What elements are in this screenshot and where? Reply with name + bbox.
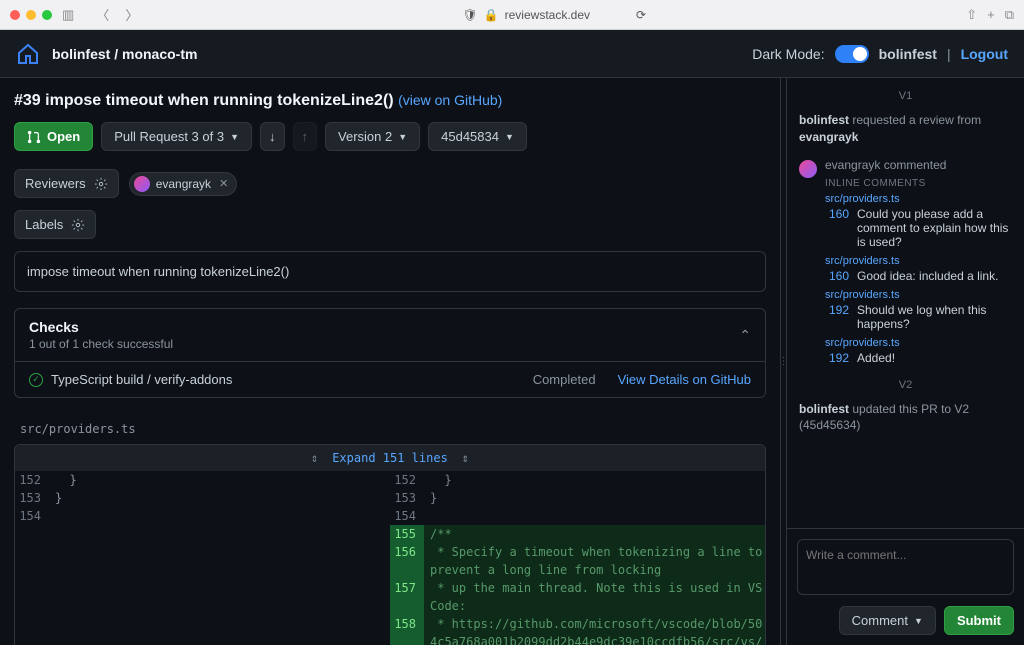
inline-comment-row[interactable]: 192Added!: [825, 351, 1012, 365]
version-marker-v2: V2: [799, 379, 1012, 391]
avatar: [799, 160, 817, 178]
diff-line[interactable]: 154: [390, 507, 765, 525]
chevron-down-icon: ▼: [505, 132, 514, 142]
shield-icon: 🛡: [462, 8, 477, 22]
pr-prev-button[interactable]: ↑: [293, 122, 318, 151]
diff-line[interactable]: 155/**: [390, 525, 765, 543]
gear-icon: [71, 218, 85, 232]
diff-line[interactable]: 157 * up the main thread. Note this is u…: [390, 579, 765, 615]
checks-header[interactable]: Checks 1 out of 1 check successful ⌃: [15, 309, 765, 361]
window-minimize-icon[interactable]: [26, 10, 36, 20]
dark-mode-toggle[interactable]: [835, 45, 869, 63]
share-icon[interactable]: ⇧: [966, 7, 977, 23]
browser-chrome: ▥ 〈 〉 🛡 🔒 reviewstack.dev ⟳ ⇧ + ⧉: [0, 0, 1024, 30]
labels-button[interactable]: Labels: [14, 210, 96, 239]
view-on-github-link[interactable]: (view on GitHub): [398, 92, 502, 108]
nav-back-icon[interactable]: 〈: [92, 5, 113, 24]
submit-button[interactable]: Submit: [944, 606, 1014, 635]
new-tab-icon[interactable]: +: [987, 7, 995, 23]
topbar: bolinfest / monaco-tm Dark Mode: bolinfe…: [0, 30, 1024, 78]
inline-comment-row[interactable]: 160Good idea: included a link.: [825, 269, 1012, 283]
expand-up-icon[interactable]: ⇕: [311, 451, 318, 465]
url-text: reviewstack.dev: [505, 8, 590, 22]
diff-line[interactable]: 152 }: [390, 471, 765, 489]
comment-textarea[interactable]: [797, 539, 1014, 595]
check-success-icon: ✓: [29, 373, 43, 387]
comment-composer: Comment ▼ Submit: [787, 528, 1024, 645]
pr-description: impose timeout when running tokenizeLine…: [14, 251, 766, 292]
timeline-pane: V1 bolinfest requested a review from eva…: [786, 78, 1024, 645]
inline-comment-row[interactable]: 160Could you please add a comment to exp…: [825, 207, 1012, 249]
pr-status-button[interactable]: Open: [14, 122, 93, 151]
address-bar[interactable]: 🛡 🔒 reviewstack.dev ⟳: [148, 8, 960, 22]
diff-line[interactable]: 154: [15, 507, 390, 525]
check-status: Completed: [533, 372, 596, 387]
gear-icon: [94, 177, 108, 191]
commit-selector[interactable]: 45d45834 ▼: [428, 122, 527, 151]
inline-comments-label: INLINE COMMENTS: [825, 178, 1012, 189]
dark-mode-label: Dark Mode:: [752, 46, 824, 62]
comment-block: evangrayk commented INLINE COMMENTS src/…: [799, 158, 1012, 371]
chevron-down-icon: ▼: [914, 616, 923, 626]
version-selector[interactable]: Version 2 ▼: [325, 122, 420, 151]
inline-comment-row[interactable]: 192Should we log when this happens?: [825, 303, 1012, 331]
diff-line[interactable]: 156 * Specify a timeout when tokenizing …: [390, 543, 765, 579]
file-path: src/providers.ts: [14, 410, 766, 444]
remove-reviewer-icon[interactable]: ✕: [219, 177, 228, 190]
home-icon[interactable]: [16, 42, 40, 66]
reviewers-button[interactable]: Reviewers: [14, 169, 119, 198]
window-zoom-icon[interactable]: [42, 10, 52, 20]
expand-down-icon[interactable]: ⇕: [462, 451, 469, 465]
tabs-icon[interactable]: ⧉: [1005, 7, 1014, 23]
lock-icon: 🔒: [484, 8, 499, 22]
checks-title: Checks: [29, 319, 173, 335]
pr-next-button[interactable]: ↓: [260, 122, 285, 151]
avatar: [134, 176, 150, 192]
pr-title: #39 impose timeout when running tokenize…: [14, 92, 394, 109]
review-request-event: bolinfest requested a review from evangr…: [799, 112, 1012, 146]
version-marker-v1: V1: [799, 90, 1012, 102]
pr-pager-button[interactable]: Pull Request 3 of 3 ▼: [101, 122, 252, 151]
pull-request-icon: [27, 130, 41, 144]
chevron-up-icon[interactable]: ⌃: [739, 327, 751, 344]
diff-line[interactable]: 153}: [15, 489, 390, 507]
check-name: TypeScript build / verify-addons: [51, 372, 232, 387]
update-event: bolinfest updated this PR to V2 (45d4563…: [799, 401, 1012, 435]
logout-link[interactable]: Logout: [961, 46, 1008, 62]
check-row: ✓ TypeScript build / verify-addons Compl…: [15, 361, 765, 397]
diff-line[interactable]: 152 }: [15, 471, 390, 489]
inline-comment-file[interactable]: src/providers.ts: [825, 193, 1012, 205]
diff-viewer: ⇕ Expand 151 lines ⇕ 152 }153}154 152 }1…: [14, 444, 766, 645]
diff-line[interactable]: 153}: [390, 489, 765, 507]
window-close-icon[interactable]: [10, 10, 20, 20]
check-details-link[interactable]: View Details on GitHub: [618, 372, 751, 387]
diff-right-side: 152 }153}154155/**156 * Specify a timeou…: [390, 471, 765, 645]
reviewer-pill[interactable]: evangrayk ✕: [129, 172, 238, 196]
diff-line[interactable]: 158 * https://github.com/microsoft/vscod…: [390, 615, 765, 645]
inline-comment-file[interactable]: src/providers.ts: [825, 337, 1012, 349]
refresh-icon[interactable]: ⟳: [636, 8, 646, 22]
nav-forward-icon[interactable]: 〉: [121, 5, 142, 24]
checks-section: Checks 1 out of 1 check successful ⌃ ✓ T…: [14, 308, 766, 398]
repo-title[interactable]: bolinfest / monaco-tm: [52, 46, 197, 62]
inline-comment-file[interactable]: src/providers.ts: [825, 255, 1012, 267]
sidebar-icon[interactable]: ▥: [58, 7, 78, 23]
comment-type-button[interactable]: Comment ▼: [839, 606, 936, 635]
chevron-down-icon: ▼: [398, 132, 407, 142]
chevron-down-icon: ▼: [230, 132, 239, 142]
main-pane: #39 impose timeout when running tokenize…: [0, 78, 780, 645]
inline-comment-file[interactable]: src/providers.ts: [825, 289, 1012, 301]
current-user[interactable]: bolinfest: [879, 46, 937, 62]
expand-lines-bar[interactable]: ⇕ Expand 151 lines ⇕: [15, 445, 765, 471]
diff-left-side: 152 }153}154: [15, 471, 390, 645]
checks-subtitle: 1 out of 1 check successful: [29, 337, 173, 351]
